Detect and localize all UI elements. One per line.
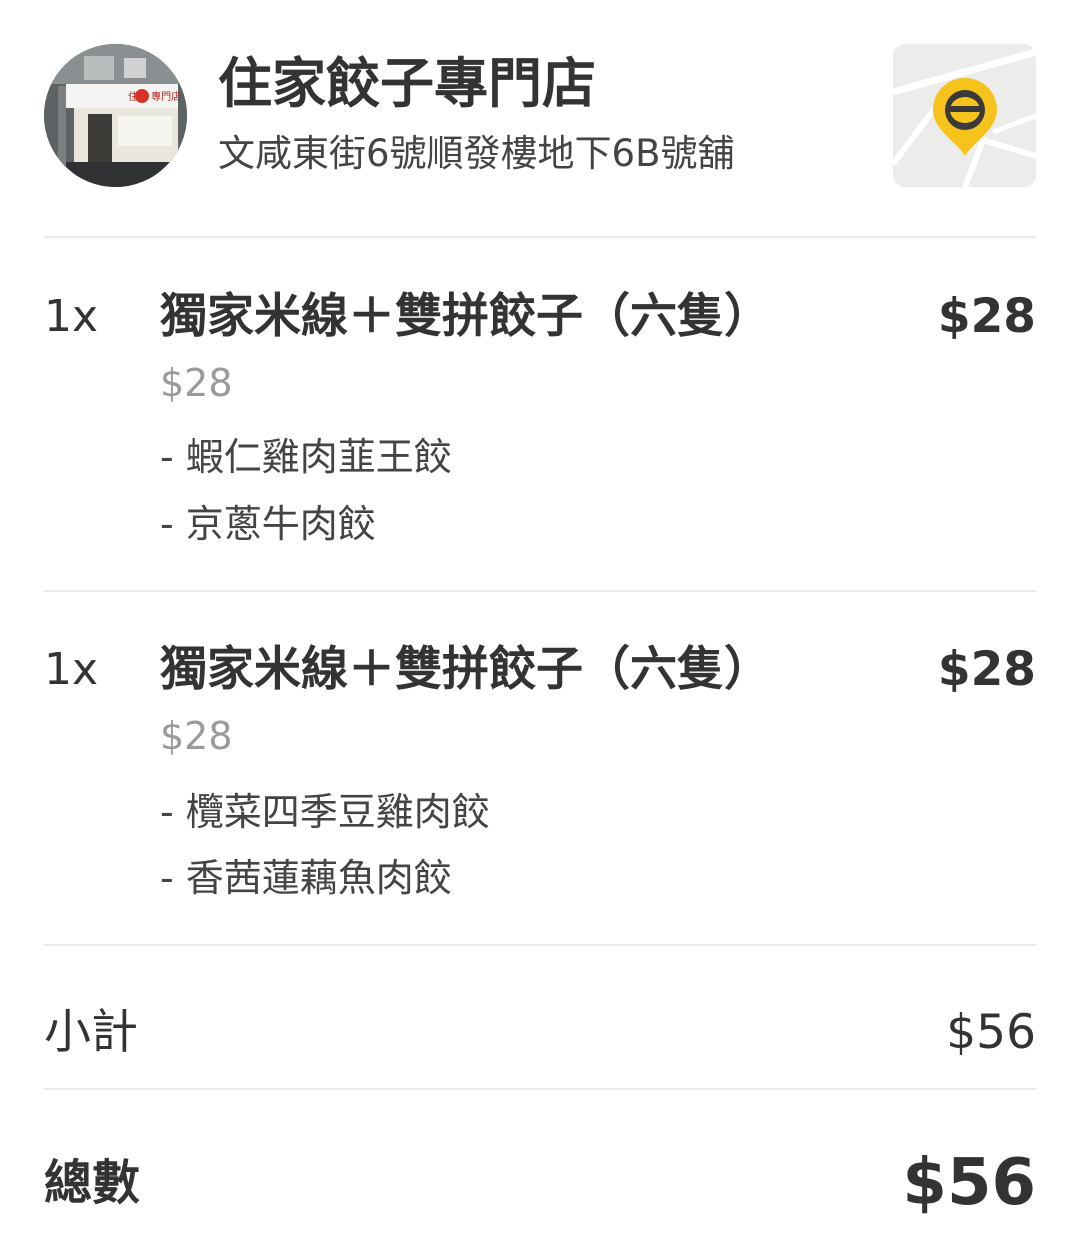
order-item: 1x 獨家米線＋雙拼餃子（六隻） $28 $28 - 蝦仁雞肉韮王餃 - 京蔥牛… bbox=[0, 287, 1080, 567]
divider bbox=[44, 944, 1036, 946]
item-option: - 欖菜四季豆雞肉餃 bbox=[160, 790, 490, 834]
item-option: - 香茜蓮藕魚肉餃 bbox=[160, 856, 452, 900]
item-unit-price: $28 bbox=[160, 361, 233, 405]
item-price: $28 bbox=[937, 289, 1036, 344]
total-row: 總數 $56 bbox=[0, 1148, 1080, 1218]
order-item: 1x 獨家米線＋雙拼餃子（六隻） $28 $28 - 欖菜四季豆雞肉餃 - 香茜… bbox=[0, 640, 1080, 920]
total-value: $56 bbox=[902, 1146, 1036, 1220]
item-unit-price: $28 bbox=[160, 714, 233, 758]
item-quantity: 1x bbox=[44, 644, 99, 695]
store-name: 住家餃子專門店 bbox=[218, 52, 596, 115]
item-option: - 蝦仁雞肉韮王餃 bbox=[160, 435, 452, 479]
map-thumbnail-button[interactable] bbox=[893, 44, 1036, 187]
divider bbox=[44, 590, 1036, 592]
subtotal-value: $56 bbox=[946, 1005, 1036, 1060]
order-summary: 住家 專門店 住家餃子專門店 文咸東街6號順發樓地下6B號舖 1x 獨家米線＋雙… bbox=[0, 0, 1080, 1242]
store-address: 文咸東街6號順發樓地下6B號舖 bbox=[218, 132, 735, 175]
store-header: 住家 專門店 住家餃子專門店 文咸東街6號順發樓地下6B號舖 bbox=[0, 0, 1080, 236]
subtotal-row: 小計 $56 bbox=[0, 998, 1080, 1068]
divider bbox=[44, 236, 1036, 238]
item-option: - 京蔥牛肉餃 bbox=[160, 502, 376, 546]
item-name: 獨家米線＋雙拼餃子（六隻） bbox=[160, 289, 771, 344]
subtotal-label: 小計 bbox=[44, 1005, 138, 1060]
item-quantity: 1x bbox=[44, 291, 99, 342]
item-name: 獨家米線＋雙拼餃子（六隻） bbox=[160, 642, 771, 697]
total-label: 總數 bbox=[44, 1155, 141, 1211]
divider bbox=[44, 1088, 1036, 1090]
store-photo: 住家 專門店 bbox=[44, 44, 187, 187]
item-price: $28 bbox=[937, 642, 1036, 697]
